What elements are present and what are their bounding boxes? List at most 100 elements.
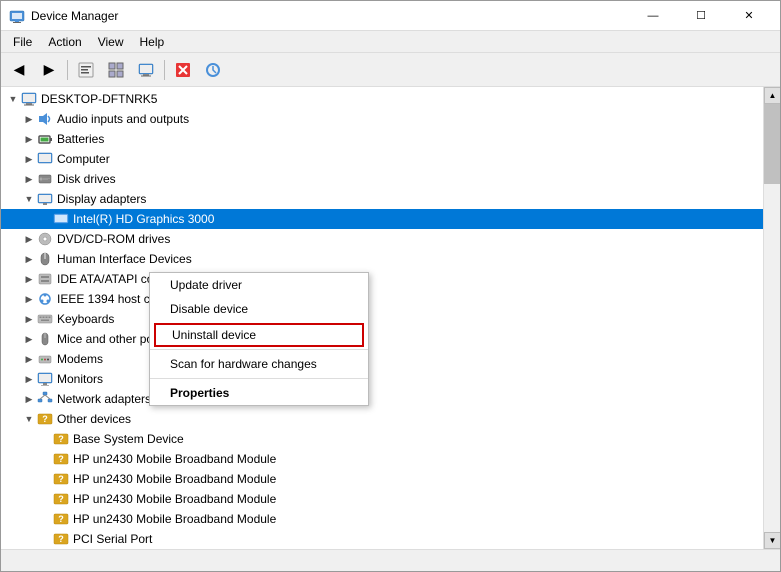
other-icon: ? xyxy=(37,411,53,427)
tree-item-hp2[interactable]: ? HP un2430 Mobile Broadband Module xyxy=(1,469,763,489)
svg-text:?: ? xyxy=(58,434,64,444)
tree-item-mice[interactable]: ▶ Mice and other pointing devices xyxy=(1,329,763,349)
network-icon xyxy=(37,391,53,407)
scroll-up-btn[interactable]: ▲ xyxy=(764,87,780,104)
root-label: DESKTOP-DFTNRK5 xyxy=(41,92,157,106)
tree-root[interactable]: ▼ DESKTOP-DFTNRK5 xyxy=(1,89,763,109)
batteries-expand-icon: ▶ xyxy=(21,131,37,147)
menu-file[interactable]: File xyxy=(5,33,40,51)
tree-item-ide[interactable]: ▶ IDE ATA/ATAPI controllers xyxy=(1,269,763,289)
svg-text:?: ? xyxy=(58,514,64,524)
monitors-icon xyxy=(37,371,53,387)
pciport-label: PCI Serial Port xyxy=(73,532,152,546)
hp4-label: HP un2430 Mobile Broadband Module xyxy=(73,512,276,526)
tree-item-ieee[interactable]: ▶ IEEE 1394 host controllers xyxy=(1,289,763,309)
base-icon: ? xyxy=(53,431,69,447)
computer-icon xyxy=(138,62,154,78)
tree-item-base[interactable]: ? Base System Device xyxy=(1,429,763,449)
tree-item-batteries[interactable]: ▶ Batteries xyxy=(1,129,763,149)
scroll-down-btn[interactable]: ▼ xyxy=(764,532,780,549)
toolbar: ◀ ▶ xyxy=(1,53,780,87)
tree-item-pciport[interactable]: ? PCI Serial Port xyxy=(1,529,763,549)
toolbar-properties[interactable] xyxy=(72,56,100,84)
toolbar-show-hidden[interactable] xyxy=(102,56,130,84)
monitors-label: Monitors xyxy=(57,372,103,386)
tree-item-keyboards[interactable]: ▶ Keyboards xyxy=(1,309,763,329)
show-hidden-icon xyxy=(108,62,124,78)
close-button[interactable]: ✕ xyxy=(726,1,772,31)
root-computer-icon xyxy=(21,91,37,107)
svg-text:?: ? xyxy=(42,414,48,424)
title-bar-left: Device Manager xyxy=(9,8,118,24)
ctx-uninstall-device[interactable]: Uninstall device xyxy=(154,323,364,347)
tree-item-hp1[interactable]: ? HP un2430 Mobile Broadband Module xyxy=(1,449,763,469)
modems-icon xyxy=(37,351,53,367)
audio-expand-icon: ▶ xyxy=(21,111,37,127)
hp1-label: HP un2430 Mobile Broadband Module xyxy=(73,452,276,466)
other-expand-icon: ▼ xyxy=(21,411,37,427)
network-expand-icon: ▶ xyxy=(21,391,37,407)
tree-item-hid[interactable]: ▶ Human Interface Devices xyxy=(1,249,763,269)
svg-text:?: ? xyxy=(58,454,64,464)
title-controls: — ☐ ✕ xyxy=(630,1,772,31)
tree-item-displayadapters[interactable]: ▼ Display adapters xyxy=(1,189,763,209)
dvd-label: DVD/CD-ROM drives xyxy=(57,232,170,246)
tree-item-intel[interactable]: Intel(R) HD Graphics 3000 xyxy=(1,209,763,229)
toolbar-scan[interactable] xyxy=(199,56,227,84)
tree-item-audio[interactable]: ▶ Audio inputs and outputs xyxy=(1,109,763,129)
ctx-separator xyxy=(150,349,368,350)
maximize-button[interactable]: ☐ xyxy=(678,1,724,31)
scan-icon xyxy=(205,62,221,78)
diskdrives-expand-icon: ▶ xyxy=(21,171,37,187)
ctx-scan-hardware[interactable]: Scan for hardware changes xyxy=(150,352,368,376)
device-manager-window: Device Manager — ☐ ✕ File Action View He… xyxy=(0,0,781,572)
tree-item-hp4[interactable]: ? HP un2430 Mobile Broadband Module xyxy=(1,509,763,529)
hp1-expand-icon xyxy=(37,451,53,467)
scroll-thumb[interactable] xyxy=(764,104,780,184)
app-icon xyxy=(9,8,25,24)
dvd-expand-icon: ▶ xyxy=(21,231,37,247)
hp4-expand-icon xyxy=(37,511,53,527)
tree-panel[interactable]: ▼ DESKTOP-DFTNRK5 ▶ xyxy=(1,87,763,549)
ctx-disable-device[interactable]: Disable device xyxy=(150,297,368,321)
scroll-track xyxy=(764,184,780,532)
tree-item-computer[interactable]: ▶ Computer xyxy=(1,149,763,169)
toolbar-uninstall[interactable] xyxy=(169,56,197,84)
computer-label: Computer xyxy=(57,152,110,166)
diskdrives-icon xyxy=(37,171,53,187)
menu-action[interactable]: Action xyxy=(40,33,89,51)
ieee-icon xyxy=(37,291,53,307)
tree-item-diskdrives[interactable]: ▶ Disk drives xyxy=(1,169,763,189)
computer-icon2 xyxy=(37,151,53,167)
toolbar-sep-2 xyxy=(164,60,165,80)
tree-item-hp3[interactable]: ? HP un2430 Mobile Broadband Module xyxy=(1,489,763,509)
tree-item-dvd[interactable]: ▶ DVD/CD-ROM drives xyxy=(1,229,763,249)
base-label: Base System Device xyxy=(73,432,184,446)
menu-help[interactable]: Help xyxy=(132,33,173,51)
uninstall-icon xyxy=(175,62,191,78)
tree-item-modems[interactable]: ▶ Modems xyxy=(1,349,763,369)
hp3-icon: ? xyxy=(53,491,69,507)
minimize-button[interactable]: — xyxy=(630,1,676,31)
other-label: Other devices xyxy=(57,412,131,426)
batteries-label: Batteries xyxy=(57,132,104,146)
properties-icon xyxy=(78,62,94,78)
toolbar-forward[interactable]: ▶ xyxy=(35,56,63,84)
svg-text:?: ? xyxy=(58,474,64,484)
toolbar-back[interactable]: ◀ xyxy=(5,56,33,84)
keyboards-expand-icon: ▶ xyxy=(21,311,37,327)
computer-expand-icon: ▶ xyxy=(21,151,37,167)
ctx-update-driver[interactable]: Update driver xyxy=(150,273,368,297)
window-title: Device Manager xyxy=(31,9,118,23)
toolbar-computer[interactable] xyxy=(132,56,160,84)
tree-item-other[interactable]: ▼ ? Other devices xyxy=(1,409,763,429)
hid-icon xyxy=(37,251,53,267)
mice-icon xyxy=(37,331,53,347)
ctx-properties[interactable]: Properties xyxy=(150,381,368,405)
tree-item-monitors[interactable]: ▶ Monitors xyxy=(1,369,763,389)
tree-item-network[interactable]: ▶ Network adapters xyxy=(1,389,763,409)
context-menu: Update driver Disable device Uninstall d… xyxy=(149,272,369,406)
dvd-icon xyxy=(37,231,53,247)
svg-text:?: ? xyxy=(58,534,64,544)
menu-view[interactable]: View xyxy=(90,33,132,51)
